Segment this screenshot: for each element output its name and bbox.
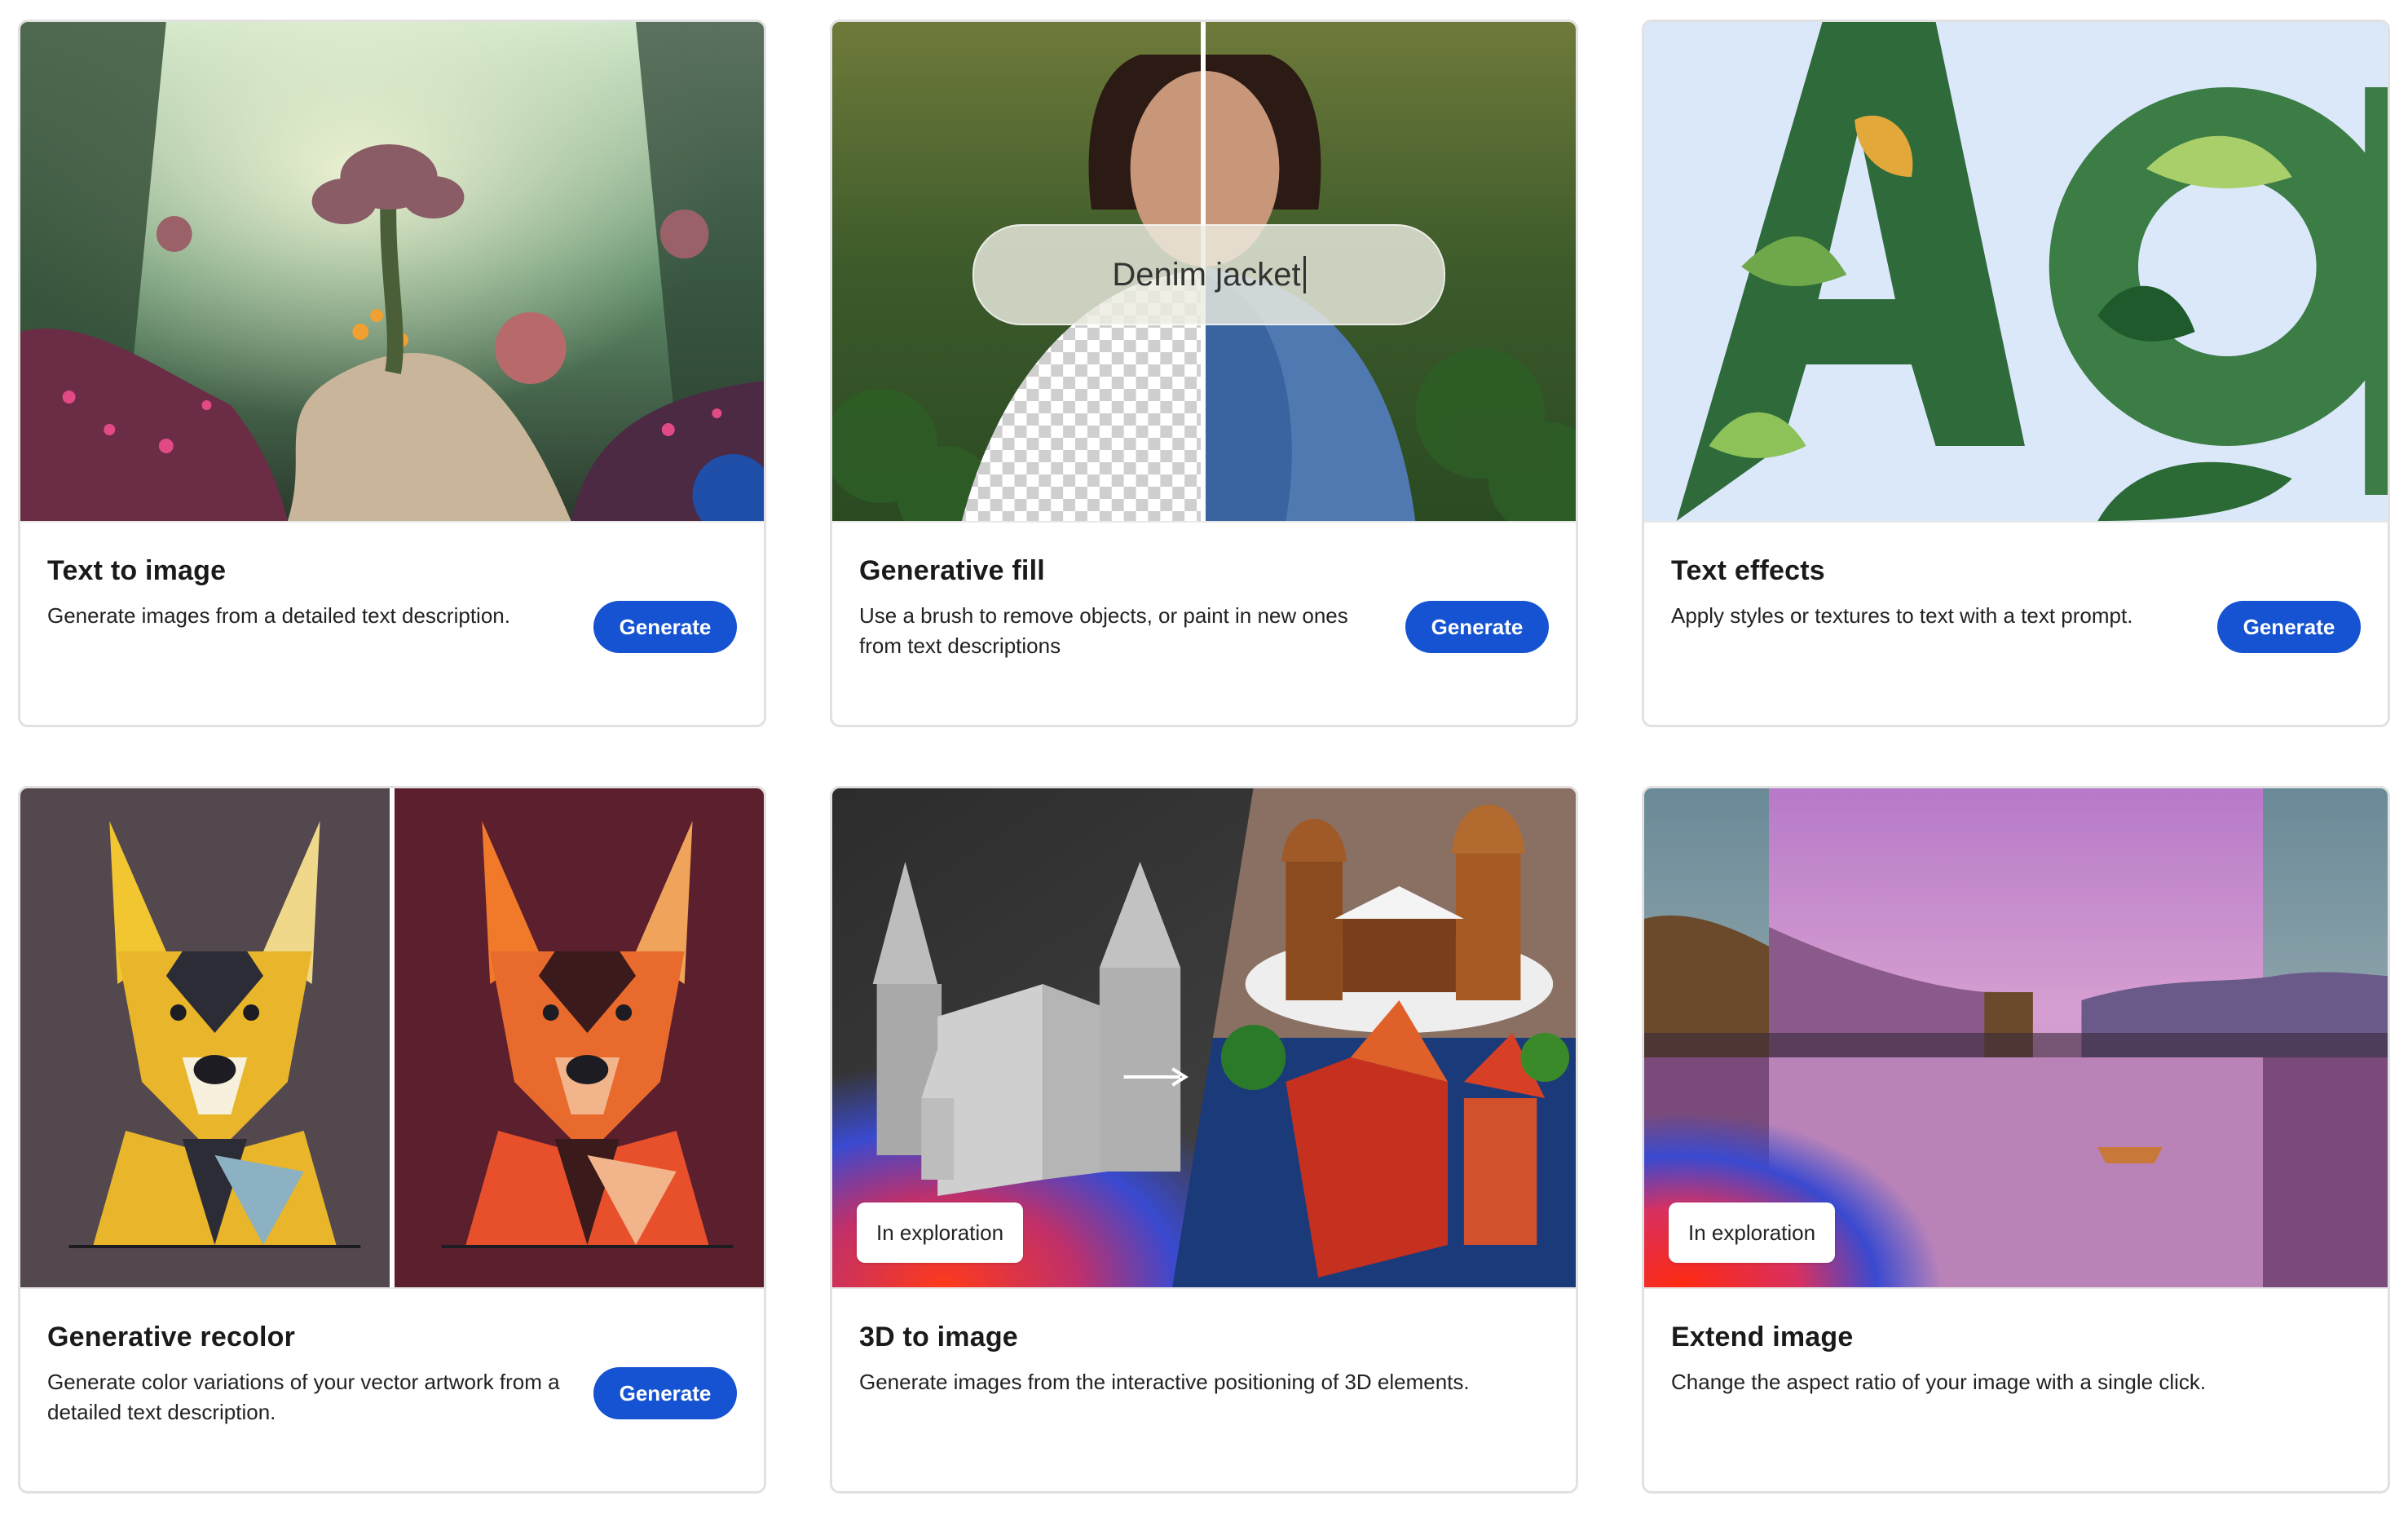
exploration-badge: In exploration bbox=[1669, 1202, 1836, 1263]
generate-button[interactable]: Generate bbox=[2217, 601, 2361, 653]
card-description: Generate images from the interactive pos… bbox=[859, 1370, 1470, 1394]
card-extend-image[interactable]: In exploration Extend image Change the a… bbox=[1642, 786, 2390, 1494]
prompt-input-overlay: Denim jacket bbox=[972, 224, 1445, 325]
generative-recolor-illustration bbox=[20, 788, 764, 1287]
card-generative-fill[interactable]: Denim jacket Generative fill Use a brush… bbox=[830, 20, 1578, 727]
card-body: Extend image Change the aspect ratio of … bbox=[1644, 1287, 2388, 1491]
3d-to-image-illustration: In exploration bbox=[832, 788, 1576, 1287]
card-text-to-image[interactable]: Text to image Generate images from a det… bbox=[18, 20, 766, 727]
card-title: Generative fill bbox=[859, 555, 1045, 586]
card-title: Text to image bbox=[47, 555, 227, 586]
card-body: Text effects Apply styles or textures to… bbox=[1644, 521, 2388, 725]
text-effects-illustration bbox=[1644, 22, 2388, 521]
prompt-text: Denim jacket bbox=[1112, 256, 1301, 293]
card-body: 3D to image Generate images from the int… bbox=[832, 1287, 1576, 1491]
card-title: Text effects bbox=[1671, 555, 1825, 586]
card-body: Generative recolor Generate color variat… bbox=[20, 1287, 764, 1491]
card-description: Use a brush to remove objects, or paint … bbox=[859, 603, 1348, 658]
card-text-effects[interactable]: Text effects Apply styles or textures to… bbox=[1642, 20, 2390, 727]
card-title: Generative recolor bbox=[47, 1322, 296, 1353]
text-caret bbox=[1303, 256, 1306, 293]
card-description: Generate color variations of your vector… bbox=[47, 1370, 560, 1424]
card-title: Extend image bbox=[1671, 1322, 1854, 1353]
extend-image-illustration: In exploration bbox=[1644, 788, 2388, 1287]
card-description: Change the aspect ratio of your image wi… bbox=[1671, 1370, 2207, 1394]
exploration-badge: In exploration bbox=[857, 1202, 1024, 1263]
generate-button[interactable]: Generate bbox=[1405, 601, 1549, 653]
generate-button[interactable]: Generate bbox=[593, 601, 737, 653]
text-to-image-illustration bbox=[20, 22, 764, 521]
card-description: Apply styles or textures to text with a … bbox=[1671, 603, 2133, 628]
card-body: Text to image Generate images from a det… bbox=[20, 521, 764, 725]
card-3d-to-image[interactable]: In exploration 3D to image Generate imag… bbox=[830, 786, 1578, 1494]
card-body: Generative fill Use a brush to remove ob… bbox=[832, 521, 1576, 725]
card-description: Generate images from a detailed text des… bbox=[47, 603, 510, 628]
card-generative-recolor[interactable]: Generative recolor Generate color variat… bbox=[18, 786, 766, 1494]
generate-button[interactable]: Generate bbox=[593, 1367, 737, 1419]
card-title: 3D to image bbox=[859, 1322, 1018, 1353]
generative-fill-illustration: Denim jacket bbox=[832, 22, 1576, 521]
